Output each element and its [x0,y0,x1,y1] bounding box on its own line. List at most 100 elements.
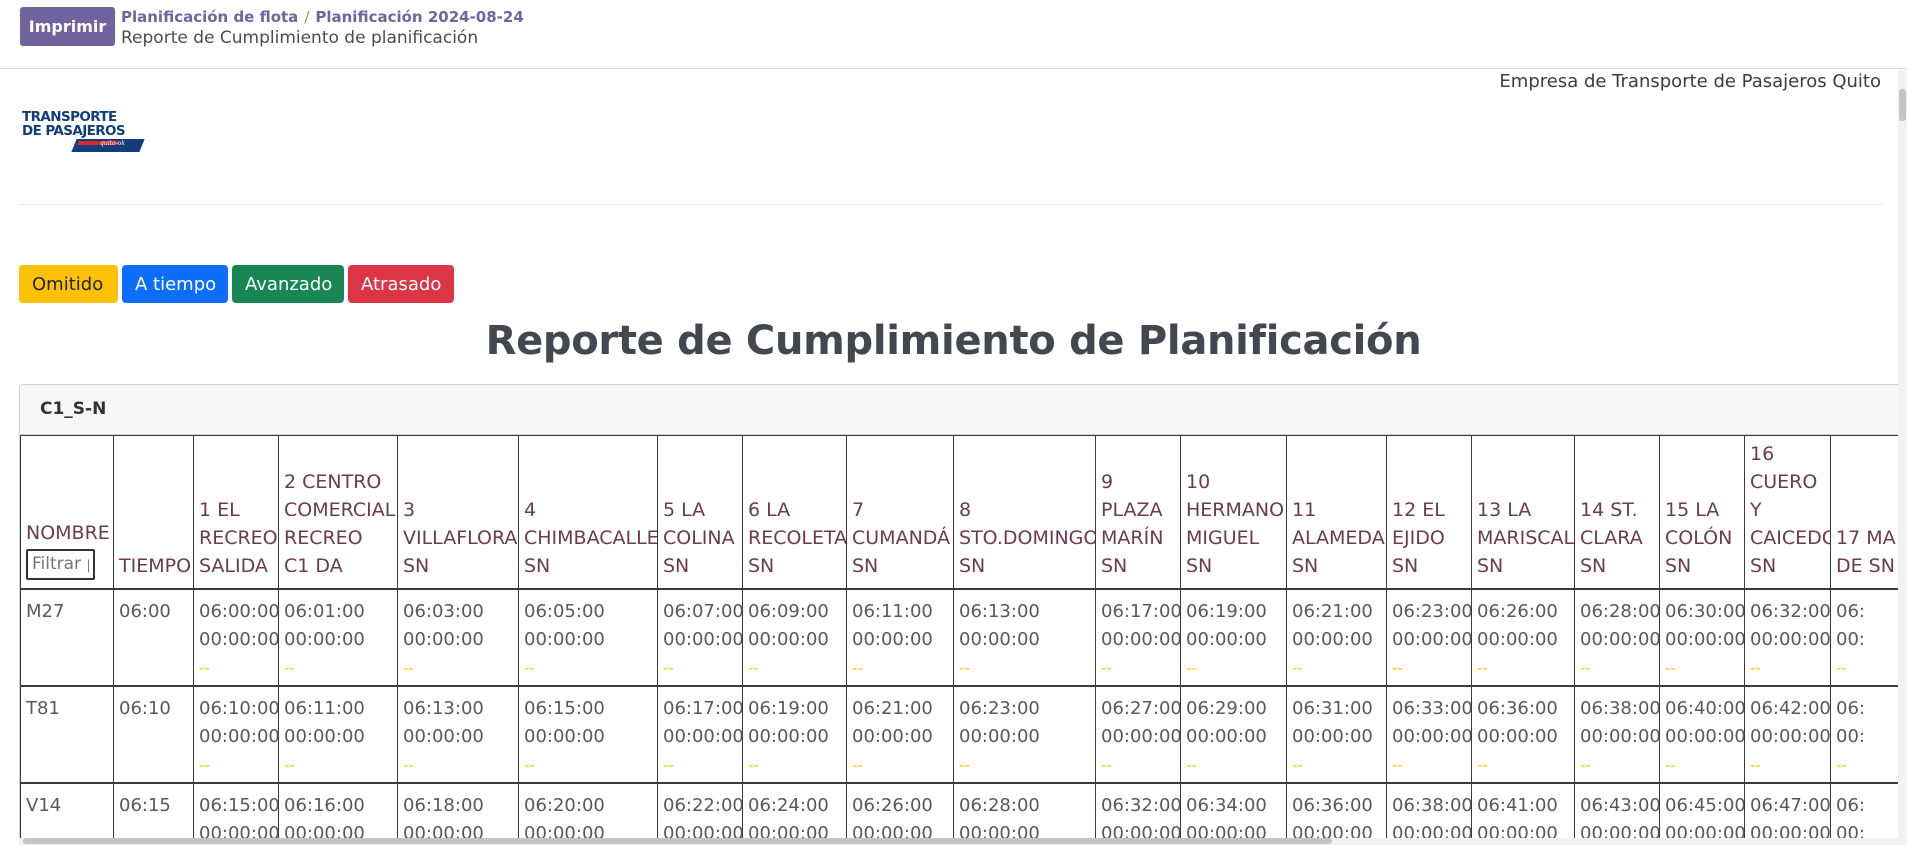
print-button[interactable]: Imprimir [20,7,115,46]
column-header-stop: 15 LA COLÓN SN [1659,435,1745,589]
vertical-scrollbar[interactable] [1898,69,1907,845]
stop-time-cell: 06:19:00 00:00:00 -- [1180,588,1287,686]
table-row: V1406:1506:15:0000:00:00--06:16:0000:00:… [20,782,1907,844]
column-header-tiempo: TIEMPO [113,435,194,589]
planned-time: 06:13:00 [959,600,1040,622]
planned-time: 06: [1836,600,1865,622]
stop-time-cell: 06:45:0000:00:00-- [1659,782,1745,844]
compliance-status: -- [1836,658,1847,677]
planned-time: 06:28:00 [1580,600,1660,622]
compliance-status: -- [1477,658,1488,677]
column-header-stop: 8 STO.DOMINGO SN [953,435,1096,589]
stop-time-cell: 06:07:00 00:00:00 -- [657,588,743,686]
company-name: Empresa de Transporte de Pasajeros Quito [1499,71,1881,92]
planned-time: 06:19:00 [1186,600,1267,622]
vehicle-name-cell: V14 [20,782,114,844]
stop-time-cell: 06:47:0000:00:00-- [1744,782,1831,844]
stop-time-cell: 06:10:00 00:00:00 -- [193,685,279,783]
compliance-status: -- [1292,658,1303,677]
compliance-status: -- [1477,755,1488,774]
horizontal-scrollbar-thumb[interactable] [23,838,1332,844]
actual-time: 00:00:00 [1580,725,1660,747]
stop-time-cell: 06:28:0000:00:00-- [1574,588,1660,686]
planned-time: 06:32:00 [1101,794,1181,816]
planned-time: 06:23:00 [959,697,1040,719]
actual-time: 00:00:00 [1477,628,1558,650]
compliance-status: -- [663,755,674,774]
compliance-status: -- [1392,658,1403,677]
compliance-status: -- [1392,755,1403,774]
planned-time: 06:33:00 [1392,697,1472,719]
planned-time: 06:10:00 [199,697,279,719]
table-row: M27 06:00 06:00:00 00:00:00 -- 06:01:00 00:00:… [20,588,1907,686]
compliance-status: -- [1101,658,1112,677]
control-panel: Imprimir Planificación de flota / Planific… [0,0,1907,69]
actual-time: 00: [1836,725,1865,747]
planned-time: 06:00:00 [199,600,279,622]
actual-time: 00:00:00 [1580,628,1660,650]
stop-time-cell: 06:15:0000:00:00-- [193,782,279,844]
planned-time: 06:11:00 [284,697,365,719]
route-card-header: C1_S-N [20,385,1907,435]
stop-time-cell: 06:17:00 00:00:00 -- [1095,588,1181,686]
stop-time-cell: 06:17:00 00:00:00 -- [657,685,743,783]
actual-time: 00:00:00 [284,628,365,650]
column-header-stop: 17 MA DE SN [1830,435,1907,589]
actual-time: 00:00:00 [1292,725,1373,747]
actual-time: 00:00:00 [1101,628,1181,650]
column-header-stop: 12 EL EJIDO SN [1386,435,1472,589]
column-header-nombre: NOMBRE [20,435,114,589]
actual-time: 00:00:00 [959,628,1040,650]
planned-time: 06:43:00 [1580,794,1660,816]
stop-time-cell: 06:33:00 00:00:00 -- [1386,685,1472,783]
planned-time: 06:15:00 [524,697,605,719]
planned-time: 06:31:00 [1292,697,1373,719]
column-header-stop: 7 CUMANDÁ SN [846,435,954,589]
route-card: C1_S-N NOMBRE TIEMPO 1 EL RECREO SALIDA2… [19,384,1907,845]
stop-time-cell: 06:00:-- [1830,685,1907,783]
column-header-stop: 2 CENTRO COMERCIAL RECREO C1 DA [278,435,398,589]
breadcrumb: Planificación de flota / Planificación 202… [121,8,524,26]
actual-time: 00:00:00 [199,628,279,650]
compliance-status: -- [1186,658,1197,677]
planned-time: 06:38:00 [1580,697,1660,719]
name-filter-input[interactable] [26,548,95,580]
compliance-status: -- [1665,658,1676,677]
planned-time: 06:05:00 [524,600,605,622]
column-header-stop: 10 HERMANO MIGUEL SN [1180,435,1287,589]
stop-time-cell: 06:13:00 00:00:00 -- [953,588,1096,686]
column-header-stop: 14 ST. CLARA SN [1574,435,1660,589]
planned-time: 06: [1836,794,1865,816]
planned-time: 06:17:00 [663,697,743,719]
compliance-status: -- [1665,755,1676,774]
breadcrumb-item-fleet-planning[interactable]: Planificación de flota [121,8,298,26]
compliance-status: -- [1186,755,1197,774]
planned-time: 06:17:00 [1101,600,1181,622]
horizontal-scrollbar[interactable] [19,838,1898,845]
actual-time: 00:00:00 [1392,628,1472,650]
planned-time: 06:21:00 [852,697,933,719]
compliance-status: -- [199,755,210,774]
actual-time: 00:00:00 [852,725,933,747]
planned-time: 06:40:00 [1665,697,1745,719]
actual-time: 00:00:00 [1186,725,1267,747]
stop-time-cell: 06:28:0000:00:00-- [953,782,1096,844]
legend-advanced-badge: Avanzado [232,265,344,303]
stop-time-cell: 06:23:00 00:00:00 -- [1386,588,1472,686]
compliance-status: -- [852,658,863,677]
planned-time: 06:36:00 [1477,697,1558,719]
stop-time-cell: 06:43:0000:00:00-- [1574,782,1660,844]
planned-time: 06:28:00 [959,794,1040,816]
actual-time: 00:00:00 [1665,628,1745,650]
compliance-status: -- [852,755,863,774]
breadcrumb-item-planning-date[interactable]: Planificación 2024-08-24 [315,8,523,26]
stop-time-cell: 06:21:00 00:00:00 -- [1286,588,1387,686]
stop-time-cell: 06:00:-- [1830,782,1907,844]
planned-time: 06:26:00 [1477,600,1558,622]
actual-time: 00:00:00 [852,628,933,650]
stop-time-cell: 06:21:00 00:00:00 -- [846,685,954,783]
stop-time-cell: 06:32:00 00:00:00 -- [1744,588,1831,686]
compliance-status: -- [199,658,210,677]
vertical-scrollbar-thumb[interactable] [1899,89,1906,121]
stop-time-cell: 06:19:00 00:00:00 -- [742,685,847,783]
